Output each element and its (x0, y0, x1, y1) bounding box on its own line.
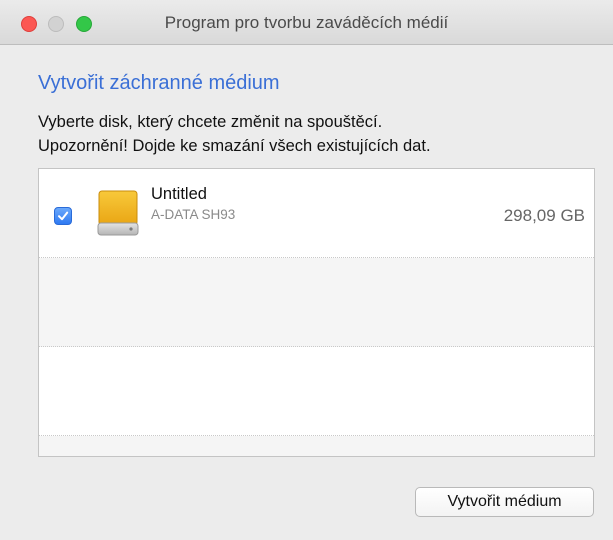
page-heading: Vytvořit záchranné médium (38, 72, 280, 94)
hard-drive-icon (97, 190, 139, 236)
disk-list[interactable]: Untitled A-DATA SH93 298,09 GB (38, 168, 595, 457)
disk-row[interactable]: Untitled A-DATA SH93 298,09 GB (39, 169, 594, 258)
disk-select-checkbox[interactable] (54, 207, 72, 225)
checkmark-icon (58, 211, 69, 221)
disk-model: A-DATA SH93 (151, 207, 236, 222)
warning-text: Upozornění! Dojde ke smazání všech exist… (38, 137, 431, 155)
disk-name: Untitled (151, 185, 207, 203)
empty-list-row (39, 347, 594, 436)
empty-list-row (39, 258, 594, 347)
disk-size: 298,09 GB (503, 206, 585, 225)
instruction-text: Vyberte disk, který chcete změnit na spo… (38, 113, 383, 131)
empty-list-row (39, 436, 594, 456)
title-bar[interactable]: Program pro tvorbu zaváděcích médií (0, 0, 613, 45)
create-media-button[interactable]: Vytvořit médium (415, 487, 594, 517)
window-title: Program pro tvorbu zaváděcích médií (164, 13, 449, 32)
